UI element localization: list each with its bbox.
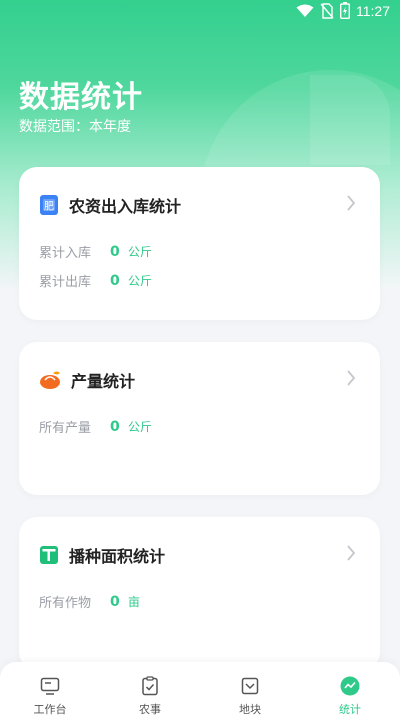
battery-charging-icon	[340, 2, 350, 19]
wifi-icon	[296, 4, 314, 17]
stat-value: 0	[110, 243, 120, 260]
chevron-right-icon[interactable]	[346, 545, 356, 561]
stat-unit: 公斤	[128, 420, 153, 434]
chevron-right-icon[interactable]	[346, 370, 356, 386]
chart-icon	[340, 676, 360, 696]
harvest-icon	[40, 371, 60, 389]
stat-unit: 公斤	[128, 274, 153, 288]
card-title: 播种面积统计	[69, 547, 166, 566]
tab-label: 地块	[239, 703, 261, 716]
stat-value: 0	[110, 593, 120, 610]
chevron-right-icon[interactable]	[346, 195, 356, 211]
tab-field[interactable]: 地块	[200, 662, 300, 727]
stat-label: 累计入库	[39, 246, 92, 261]
card-inventory-stats[interactable]: 肥 农资出入库统计 累计入库 0 公斤 累计出库 0 公斤	[19, 167, 380, 320]
stat-row: 所有产量 0 公斤	[39, 417, 153, 437]
stat-row: 累计入库 0 公斤	[39, 242, 153, 262]
stat-value: 0	[110, 418, 120, 435]
tab-statistics[interactable]: 统计	[300, 662, 400, 727]
card-title: 产量统计	[71, 372, 136, 391]
tab-farm-work[interactable]: 农事	[100, 662, 200, 727]
card-planting-area-stats[interactable]: 播种面积统计 所有作物 0 亩	[19, 517, 380, 670]
clipboard-check-icon	[142, 676, 158, 696]
page-title: 数据统计	[19, 80, 143, 115]
tab-label: 工作台	[33, 703, 67, 716]
monitor-icon	[40, 677, 60, 695]
status-bar: 11:27	[0, 0, 400, 22]
stat-value: 0	[110, 272, 120, 289]
data-range-label: 数据范围：本年度	[19, 119, 131, 135]
stat-unit: 公斤	[128, 245, 153, 259]
stat-row: 累计出库 0 公斤	[39, 271, 153, 291]
area-icon	[40, 546, 58, 564]
stat-label: 所有作物	[39, 596, 92, 611]
decorative-shape	[310, 75, 390, 165]
stat-unit: 亩	[128, 595, 141, 609]
tab-label: 农事	[139, 703, 161, 716]
tab-workbench[interactable]: 工作台	[0, 662, 100, 727]
tab-label: 统计	[339, 703, 361, 716]
no-sim-icon	[320, 2, 334, 19]
card-yield-stats[interactable]: 产量统计 所有产量 0 公斤	[19, 342, 380, 495]
stat-label: 所有产量	[39, 421, 92, 436]
stat-row: 所有作物 0 亩	[39, 592, 141, 612]
stat-label: 累计出库	[39, 275, 92, 290]
field-icon	[241, 677, 259, 695]
bottom-tab-bar: 工作台 农事 地块 统计	[0, 662, 400, 727]
status-time: 11:27	[356, 2, 390, 19]
fertilizer-icon: 肥	[40, 195, 58, 215]
svg-text:肥: 肥	[44, 201, 54, 213]
card-title: 农资出入库统计	[69, 197, 182, 216]
